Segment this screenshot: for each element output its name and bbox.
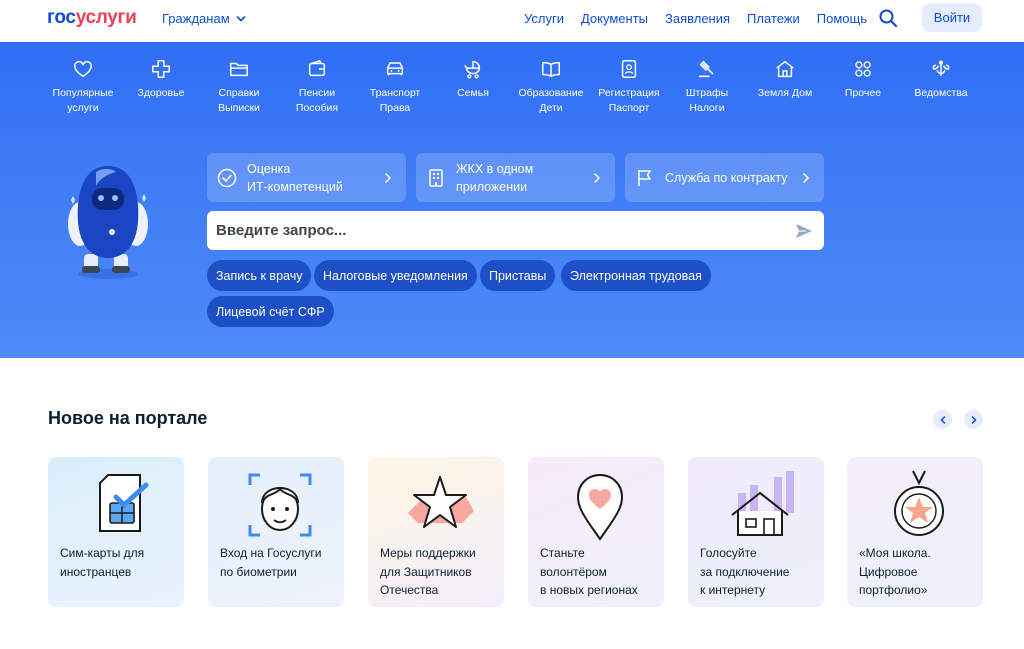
nav-applications[interactable]: Заявления: [665, 11, 730, 26]
category-transport[interactable]: Транспорт Права: [356, 58, 434, 116]
nav-help[interactable]: Помощь: [817, 11, 867, 26]
nav-payments[interactable]: Платежи: [747, 11, 800, 26]
flag-icon: [638, 169, 651, 186]
medal-icon: [894, 470, 944, 536]
audience-label: Гражданам: [162, 11, 230, 26]
map-pin-heart-icon: [576, 473, 624, 541]
folder-icon: [230, 62, 248, 77]
grid-icon: [855, 61, 871, 77]
category-land-house[interactable]: Земля Дом: [746, 58, 824, 116]
search-box: [207, 211, 824, 250]
passport-icon: [621, 60, 637, 78]
heart-icon: [74, 60, 92, 78]
gavel-icon: [698, 60, 714, 78]
category-bar: Популярные услуги Здоровье Справки Выписки…: [44, 58, 984, 116]
news-card-internet-vote[interactable]: Голосуйте за подключение к интернету: [688, 457, 824, 607]
category-education[interactable]: Образование Дети: [512, 58, 590, 116]
category-certificates[interactable]: Справки Выписки: [200, 58, 278, 116]
news-card-defenders[interactable]: Меры поддержки для Защитников Отечества: [368, 457, 504, 607]
category-registration[interactable]: Регистрация Паспорт: [590, 58, 668, 116]
house-icon: [776, 60, 794, 78]
category-agencies[interactable]: Ведомства: [902, 58, 980, 116]
send-icon[interactable]: [794, 221, 814, 241]
building-icon: [429, 168, 443, 187]
stroller-icon: [464, 60, 481, 79]
car-icon: [386, 62, 404, 76]
search-icon[interactable]: [878, 8, 898, 28]
chevron-right-icon: [971, 415, 977, 424]
chip-electronic-workbook[interactable]: Электронная трудовая: [561, 260, 711, 291]
medical-cross-icon: [152, 60, 170, 78]
chip-doctor-appointment[interactable]: Запись к врачу: [207, 260, 312, 291]
chevron-left-icon: [939, 415, 945, 424]
top-nav: Услуги Документы Заявления Платежи Помощ…: [524, 11, 884, 26]
category-other[interactable]: Прочее: [824, 58, 902, 116]
carousel-prev-button[interactable]: [933, 410, 952, 429]
robot-mascot: [68, 166, 148, 279]
site-header: госуслуги Гражданам Услуги Документы Зая…: [0, 0, 1024, 42]
chevron-right-icon: [594, 172, 601, 183]
category-family[interactable]: Семья: [434, 58, 512, 116]
check-circle-icon: [217, 168, 237, 187]
category-popular[interactable]: Популярные услуги: [44, 58, 122, 116]
audience-selector[interactable]: Гражданам: [162, 11, 246, 26]
sim-card-icon: [99, 474, 149, 532]
promo-it-assessment[interactable]: Оценка ИТ-компетенций: [207, 153, 406, 202]
chip-sfr-account[interactable]: Лицевой счёт СФР: [207, 296, 334, 327]
news-card-sim-cards[interactable]: Сим-карты для иностранцев: [48, 457, 184, 607]
wallet-icon: [308, 59, 326, 77]
chevron-right-icon: [803, 172, 810, 183]
category-pensions[interactable]: Пенсии Пособия: [278, 58, 356, 116]
news-card-school-portfolio[interactable]: «Моя школа. Цифровое портфолио»: [847, 457, 983, 607]
book-icon: [542, 61, 560, 78]
face-scan-icon: [248, 473, 312, 537]
category-health[interactable]: Здоровье: [122, 58, 200, 116]
star-ribbon-icon: [408, 476, 474, 528]
promo-contract-service[interactable]: Служба по контракту: [625, 153, 824, 202]
login-button[interactable]: Войти: [922, 3, 982, 32]
nav-services[interactable]: Услуги: [524, 11, 564, 26]
news-card-volunteer[interactable]: Станьте волонтёром в новых регионах: [528, 457, 664, 607]
promo-housing-app[interactable]: ЖКХ в одном приложении: [416, 153, 615, 202]
chip-bailiffs[interactable]: Приставы: [480, 260, 556, 291]
news-card-biometrics[interactable]: Вход на Госуслуги по биометрии: [208, 457, 344, 607]
nav-documents[interactable]: Документы: [581, 11, 648, 26]
chevron-right-icon: [385, 172, 392, 183]
chevron-down-icon: [236, 15, 245, 22]
carousel-next-button[interactable]: [964, 410, 983, 429]
emblem-icon: [932, 60, 950, 77]
hero-section: Популярные услуги Здоровье Справки Выписки…: [0, 42, 1024, 358]
gosuslugi-logo[interactable]: госуслуги: [47, 7, 137, 29]
house-signal-icon: [731, 471, 794, 536]
category-fines[interactable]: Штрафы Налоги: [668, 58, 746, 116]
chip-tax-notices[interactable]: Налоговые уведомления: [314, 260, 477, 291]
search-input[interactable]: [207, 222, 767, 239]
news-title: Новое на портале: [48, 408, 208, 428]
